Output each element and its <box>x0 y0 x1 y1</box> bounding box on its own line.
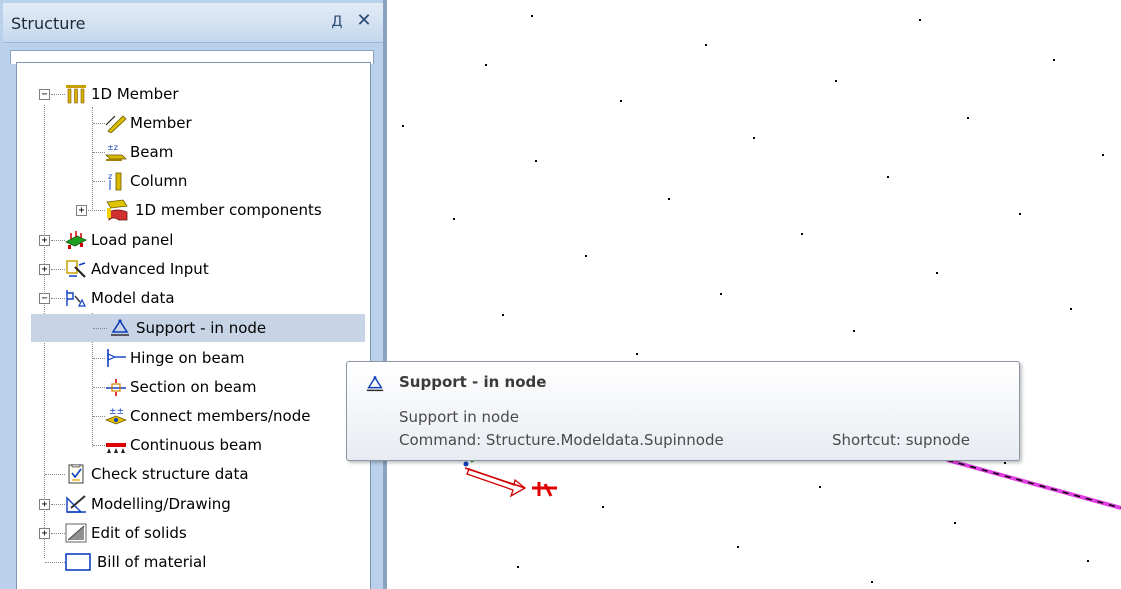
load-panel-icon <box>65 231 87 249</box>
tree-item-section-on-beam[interactable]: Section on beam <box>17 373 370 401</box>
tree-item-load-panel[interactable]: + Load panel <box>17 226 370 254</box>
bill-of-material-icon <box>65 553 91 571</box>
check-structure-icon <box>68 464 84 484</box>
tree-item-label: Check structure data <box>91 465 249 483</box>
expand-icon[interactable]: + <box>39 235 50 246</box>
tree-item-edit-of-solids[interactable]: + Edit of solids <box>17 519 370 547</box>
structure-tree[interactable]: − 1D Member Member ±z Beam z Column + 1D… <box>16 62 371 589</box>
tooltip-command: Command: Structure.Modeldata.Supinnode <box>399 431 724 449</box>
tree-item-hinge-on-beam[interactable]: Hinge on beam <box>17 344 370 372</box>
panel-title: Structure <box>11 14 86 33</box>
tree-item-label: 1D member components <box>135 201 322 219</box>
tree-item-bill-of-material[interactable]: Bill of material <box>17 548 370 576</box>
tree-item-label: Connect members/node <box>130 407 311 425</box>
tree-item-connect-members[interactable]: ±± Connect members/node <box>17 402 370 430</box>
tree-item-column[interactable]: z Column <box>17 167 370 195</box>
collapse-icon[interactable]: − <box>39 293 50 304</box>
member-icon <box>105 115 127 133</box>
tree-item-label: Support - in node <box>136 319 267 337</box>
tree-item-label: Modelling/Drawing <box>91 495 231 513</box>
tree-item-label: Member <box>130 114 192 132</box>
tree-item-beam[interactable]: ±z Beam <box>17 138 370 166</box>
support-node-icon <box>366 376 384 392</box>
support-symbol[interactable] <box>463 457 558 498</box>
tree-item-label: Load panel <box>91 231 174 249</box>
tooltip-shortcut: Shortcut: supnode <box>832 431 970 449</box>
advanced-input-icon <box>66 260 86 278</box>
tree-item-1d-member[interactable]: − 1D Member <box>17 80 370 108</box>
tree-item-label: 1D Member <box>91 85 179 103</box>
section-icon <box>106 379 126 396</box>
expand-icon[interactable]: + <box>39 264 50 275</box>
svg-text:±±: ±± <box>109 407 124 417</box>
svg-text:±z: ±z <box>107 143 118 152</box>
column-icon: z <box>108 172 122 191</box>
pin-icon[interactable]: Д <box>328 11 346 33</box>
panel-titlebar[interactable]: Structure Д ✕ <box>3 3 384 43</box>
command-tooltip: Support - in node Support in node Comman… <box>346 361 1020 461</box>
structure-panel: Structure Д ✕ − 1D Member Member ±z Beam… <box>0 0 387 589</box>
tree-item-continuous-beam[interactable]: Continuous beam <box>17 431 370 459</box>
1d-member-components-icon <box>106 199 128 221</box>
model-data-icon <box>66 290 86 307</box>
edit-solids-icon <box>65 523 87 543</box>
tooltip-description: Support in node <box>399 408 519 426</box>
close-icon[interactable]: ✕ <box>354 10 374 32</box>
hinge-icon <box>107 349 126 367</box>
tree-item-label: Bill of material <box>97 553 207 571</box>
tooltip-title: Support - in node <box>399 373 547 391</box>
tree-item-label: Column <box>130 172 188 190</box>
tree-item-label: Hinge on beam <box>130 349 245 367</box>
svg-text:z: z <box>108 172 112 181</box>
expand-icon[interactable]: + <box>39 528 50 539</box>
support-node-icon <box>111 319 129 336</box>
beam-icon: ±z <box>105 143 127 161</box>
tree-item-modelling-drawing[interactable]: + Modelling/Drawing <box>17 490 370 518</box>
tree-item-label: Advanced Input <box>91 260 209 278</box>
modelling-icon <box>66 495 86 513</box>
tree-item-label: Model data <box>91 289 175 307</box>
tree-item-label: Section on beam <box>130 378 257 396</box>
1d-member-icon <box>66 85 86 104</box>
tree-item-check-structure-data[interactable]: Check structure data <box>17 460 370 488</box>
tree-item-1d-member-components[interactable]: + 1D member components <box>17 196 370 224</box>
grid-dots <box>402 15 1104 583</box>
drawing-canvas[interactable] <box>387 0 1121 589</box>
expand-icon[interactable]: + <box>76 205 87 216</box>
continuous-beam-icon <box>106 443 126 453</box>
tree-item-label: Continuous beam <box>130 436 263 454</box>
collapse-icon[interactable]: − <box>39 89 50 100</box>
connect-icon: ±± <box>105 407 127 425</box>
tree-item-label: Beam <box>130 143 174 161</box>
expand-icon[interactable]: + <box>39 499 50 510</box>
tree-item-support-in-node[interactable]: Support - in node <box>31 314 365 342</box>
tree-item-model-data[interactable]: − Model data <box>17 284 370 312</box>
tree-item-label: Edit of solids <box>91 524 187 542</box>
tree-item-advanced-input[interactable]: + Advanced Input <box>17 255 370 283</box>
tree-item-member[interactable]: Member <box>17 109 370 137</box>
